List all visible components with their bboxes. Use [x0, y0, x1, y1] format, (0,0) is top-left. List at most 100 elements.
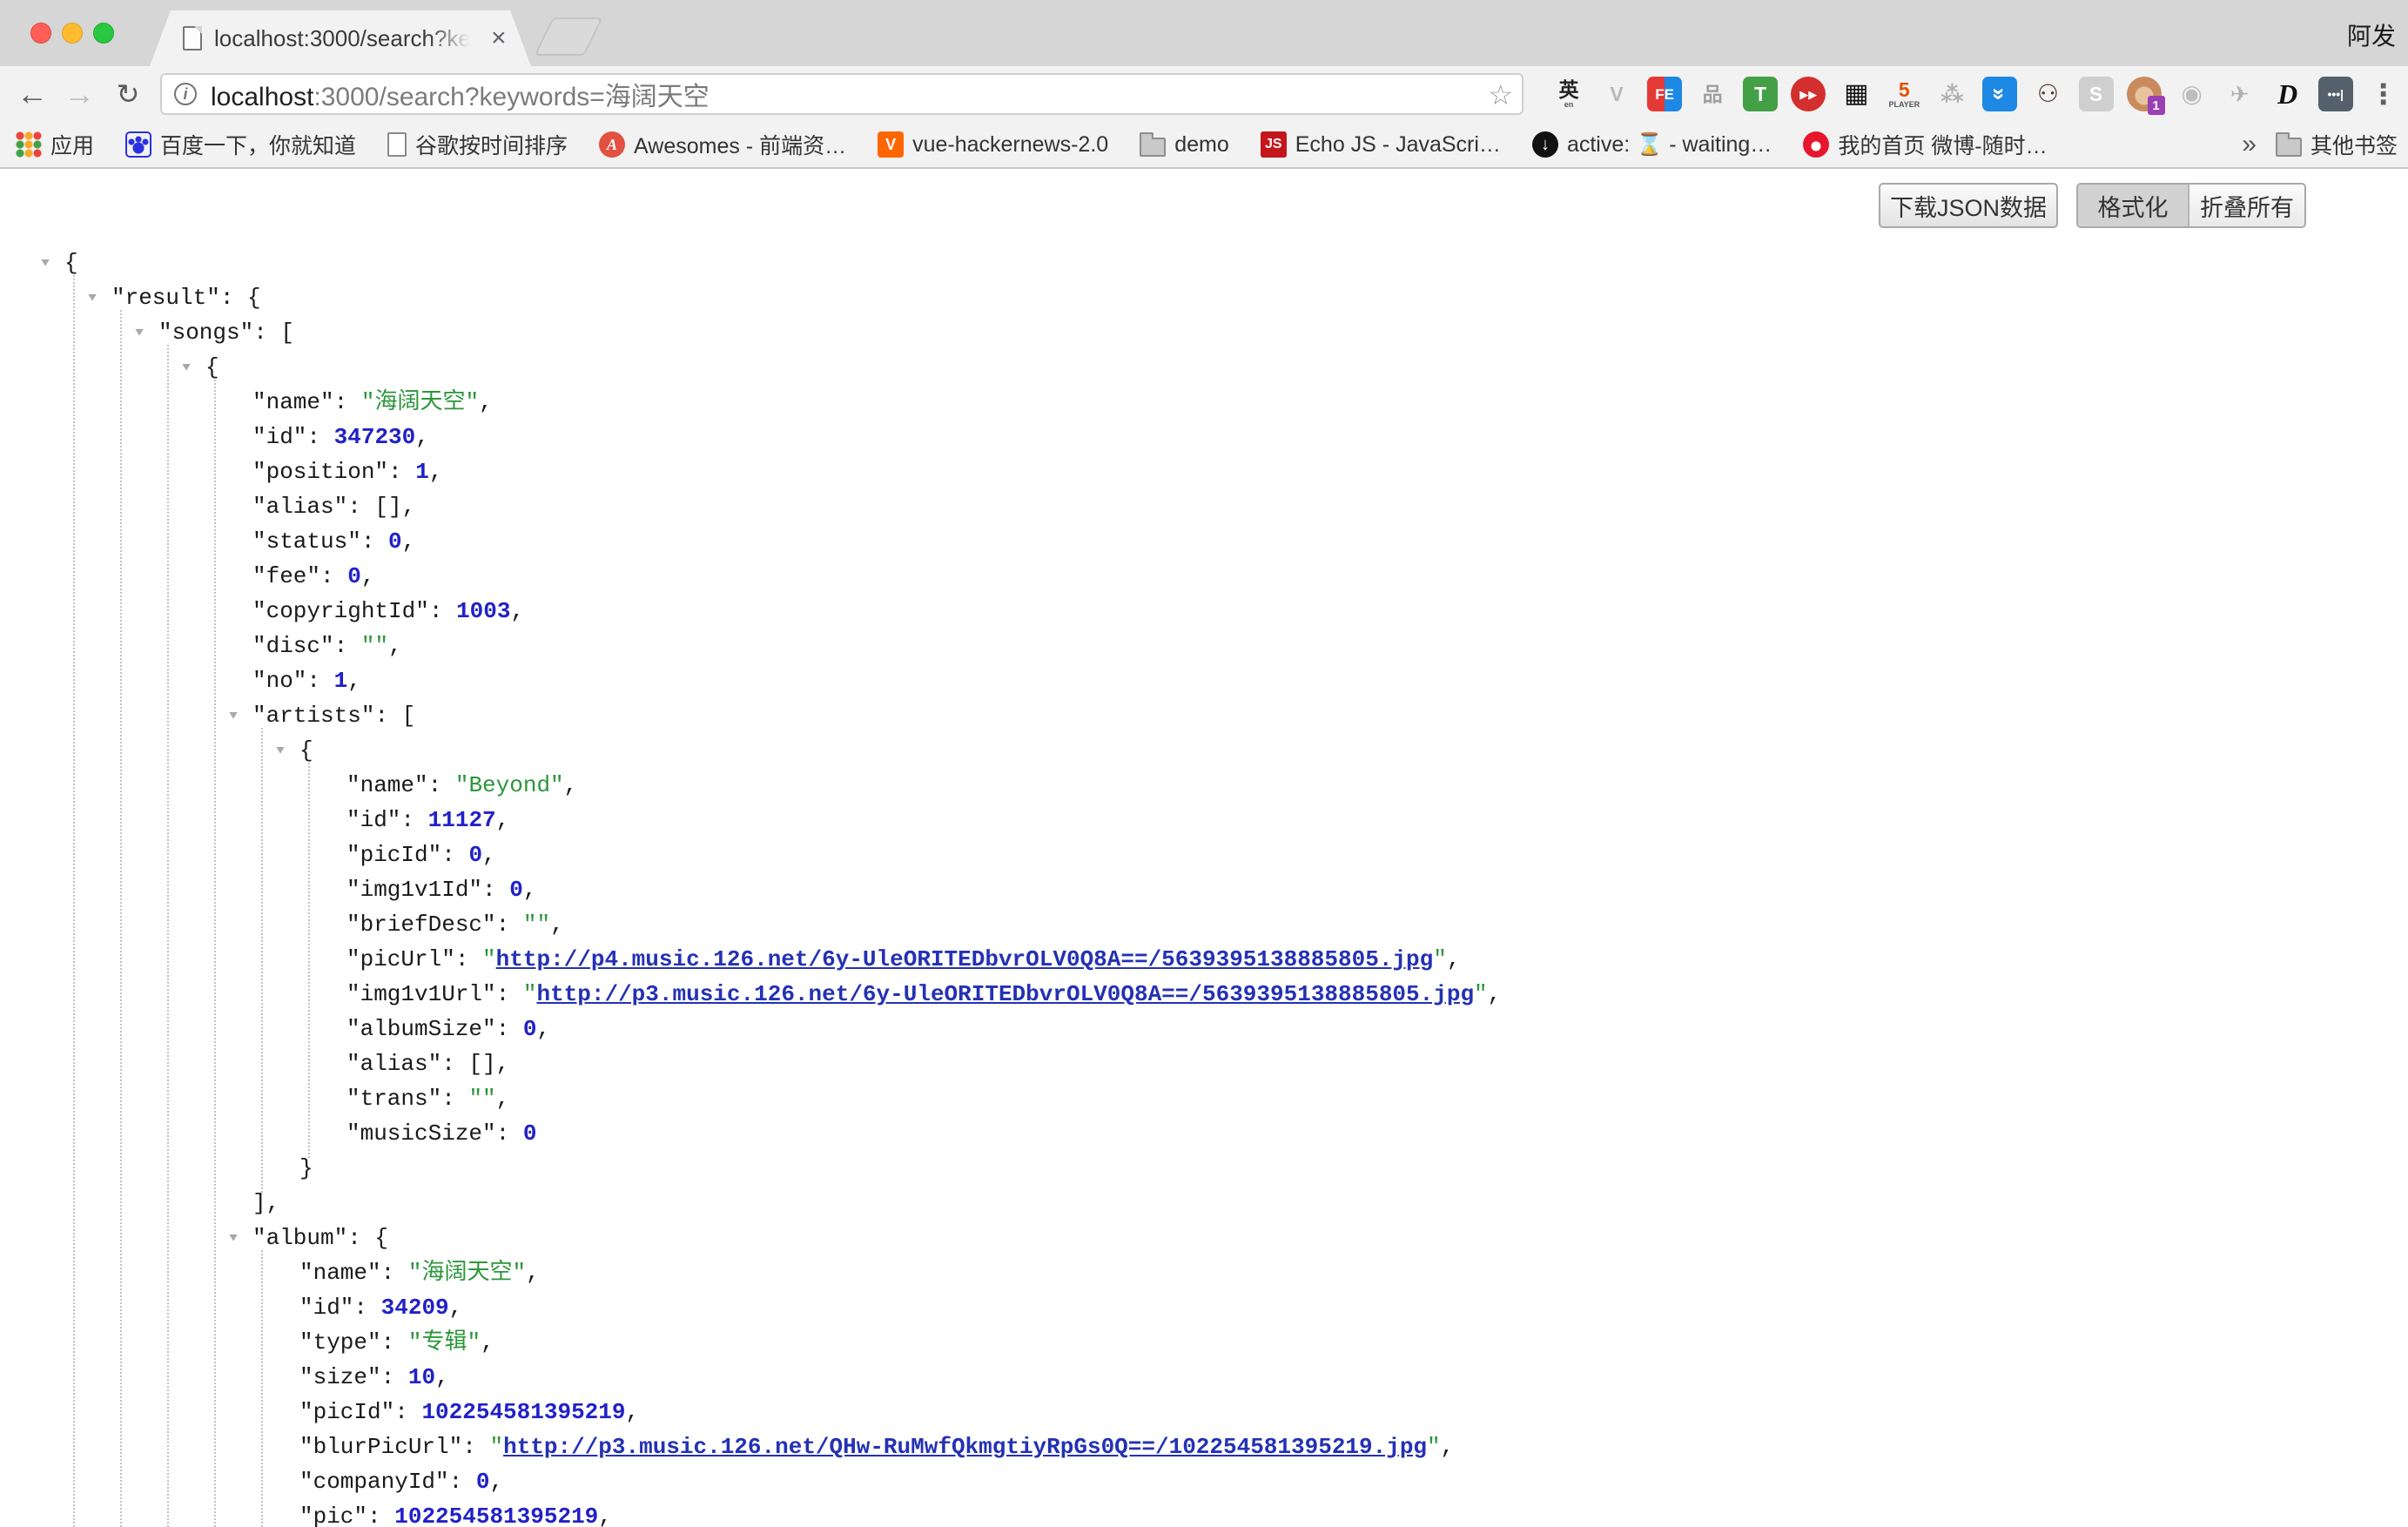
html5-player-icon[interactable]: 5PLAYER [1887, 77, 1921, 111]
json-key: "id" [252, 424, 306, 450]
json-line: } [0, 1151, 2408, 1186]
bookmarks-overflow-chevron-icon[interactable]: » [2242, 130, 2257, 159]
json-punct: : [], [347, 494, 415, 520]
weibo-gray-icon[interactable]: ◉ [2175, 77, 2210, 111]
json-string: " [1427, 1434, 1441, 1460]
reload-icon[interactable]: ↻ [106, 66, 150, 122]
active-icon: ↓ [1532, 131, 1558, 158]
bookmark-google-by-time[interactable]: 谷歌按时间排序 [387, 129, 568, 160]
bookmark-baidu[interactable]: 百度一下，你就知道 [125, 129, 356, 160]
other-bookmarks-folder[interactable]: 其他书签 [2276, 129, 2398, 160]
json-key: "album" [252, 1225, 347, 1251]
close-window-button[interactable] [30, 23, 51, 44]
indent-guide [73, 275, 75, 1527]
json-punct: : [381, 1260, 408, 1286]
browser-menu-icon[interactable]: ⋮ [2366, 77, 2401, 111]
bookmark-echo-js[interactable]: JSEcho JS - JavaScri… [1261, 131, 1501, 158]
json-number: 0 [476, 1469, 490, 1495]
json-url-link[interactable]: http://p3.music.126.net/6y-UleORITEDbvrO… [536, 981, 1474, 1007]
doc-icon [387, 132, 407, 157]
json-viewer: ▼{▼"result": {▼"songs": [▼{"name": "海阔天空… [0, 246, 2408, 1527]
collapse-toggle-icon[interactable]: ▼ [129, 318, 150, 347]
json-key: "alias" [252, 494, 347, 520]
collapse-all-button[interactable]: 折叠所有 [2189, 185, 2304, 226]
json-line: "size": 10, [0, 1360, 2408, 1395]
bookmark-vue-hackernews[interactable]: Vvue-hackernews-2.0 [878, 131, 1108, 158]
fe-icon[interactable]: FE [1647, 77, 1682, 111]
bookmark-demo[interactable]: demo [1140, 132, 1229, 158]
bookmark-baidu-label: 百度一下，你就知道 [160, 129, 356, 160]
bookmark-apps[interactable]: 应用 [16, 129, 94, 160]
profile-name[interactable]: 阿发 [2347, 17, 2396, 52]
json-line: "id": 11127, [0, 803, 2408, 837]
json-line: ▼{ [0, 246, 2408, 280]
collapse-toggle-icon[interactable]: ▼ [270, 736, 291, 765]
bookmark-awesomes-label: Awesomes - 前端资… [634, 129, 846, 160]
collapse-toggle-icon[interactable]: ▼ [223, 701, 244, 730]
json-key: "picId" [299, 1399, 394, 1425]
monkey-icon[interactable]: 1 [2127, 77, 2162, 111]
folder-icon [1140, 138, 1166, 157]
format-button[interactable]: 格式化 [2078, 185, 2189, 226]
json-punct: , [536, 1016, 550, 1042]
maximize-window-button[interactable] [93, 23, 114, 44]
json-line: "alias": [], [0, 1046, 2408, 1081]
paw-icon[interactable]: ⁂ [1934, 77, 1969, 111]
json-key: "alias" [346, 1051, 441, 1077]
back-icon[interactable]: ← [10, 66, 54, 122]
json-line: "picId": 102254581395219, [0, 1395, 2408, 1429]
other-bookmarks-label: 其他书签 [2310, 129, 2398, 160]
bookmark-star-icon[interactable]: ☆ [1488, 78, 1513, 111]
json-punct: , [489, 1469, 503, 1495]
json-string: " [489, 1434, 503, 1460]
spy-icon[interactable]: ⚇ [2030, 77, 2065, 111]
bookmark-google-by-time-label: 谷歌按时间排序 [415, 129, 568, 160]
json-number: 11127 [428, 807, 496, 833]
s-icon[interactable]: S [2079, 77, 2114, 111]
json-url-link[interactable]: http://p4.music.126.net/6y-UleORITEDbvrO… [496, 946, 1434, 972]
json-number: 1003 [456, 598, 510, 624]
bookmark-active[interactable]: ↓active: ⌛ - waiting… [1532, 131, 1772, 158]
vue-devtools-icon[interactable]: V [1599, 77, 1634, 111]
qr-code-icon[interactable]: ▦ [1839, 77, 1873, 111]
json-key: "type" [299, 1329, 381, 1355]
download-json-button[interactable]: 下载JSON数据 [1879, 183, 2058, 228]
bookmark-demo-label: demo [1174, 132, 1229, 158]
collapse-toggle-icon[interactable]: ▼ [176, 353, 197, 382]
new-tab-button[interactable] [534, 17, 602, 56]
tab-close-icon[interactable]: × [491, 25, 507, 51]
tampermonkey-icon[interactable]: T [1743, 77, 1778, 111]
html5-player-icon-sub-label: PLAYER [1888, 101, 1920, 109]
json-punct: , [481, 1329, 494, 1355]
weibo-gray-icon-glyph: ◉ [2181, 82, 2202, 106]
url-bar[interactable]: i localhost:3000/search?keywords=海阔天空 ☆ [160, 73, 1523, 115]
json-punct: : [388, 459, 415, 485]
pull-down-icon[interactable]: » [1982, 77, 2017, 111]
bird-icon[interactable]: ✈ [2223, 77, 2257, 111]
json-url-link[interactable]: http://p3.music.126.net/QHw-RuMwfQkmgtiy… [503, 1434, 1427, 1460]
bookmarks-list: 应用 百度一下，你就知道 谷歌按时间排序 AAwesomes - 前端资… Vvue-h… [0, 129, 2242, 160]
url-text[interactable]: localhost:3000/search?keywords=海阔天空 [211, 75, 710, 113]
monkey-icon-badge: 1 [2148, 96, 2165, 115]
lastpass-icon[interactable]: •••| [2318, 77, 2353, 111]
json-string: "" [361, 633, 388, 659]
collapse-toggle-icon[interactable]: ▼ [223, 1223, 244, 1253]
json-punct: : [429, 598, 456, 624]
sitemap-icon[interactable]: 品 [1695, 77, 1730, 111]
translate-icon-glyph: 英 [1559, 80, 1579, 100]
json-line: ▼"result": { [0, 280, 2408, 315]
translate-icon[interactable]: 英en [1551, 77, 1586, 111]
collapse-toggle-icon[interactable]: ▼ [82, 283, 103, 313]
browser-tab[interactable]: localhost:3000/search?keywor × [150, 10, 531, 66]
minimize-window-button[interactable] [62, 23, 83, 44]
bookmark-awesomes[interactable]: AAwesomes - 前端资… [599, 129, 846, 160]
site-info-icon[interactable]: i [174, 83, 197, 105]
json-punct: : [ [374, 703, 415, 729]
collapse-toggle-icon[interactable]: ▼ [35, 248, 56, 278]
json-punct: : [381, 1329, 408, 1355]
d-icon[interactable]: D [2270, 77, 2305, 111]
indent-guide [120, 310, 122, 1527]
bookmark-weibo[interactable]: 我的首页 微博-随时… [1803, 129, 2047, 160]
fast-forward-icon[interactable]: ▶▶ [1791, 77, 1826, 111]
json-punct: , [523, 877, 537, 903]
